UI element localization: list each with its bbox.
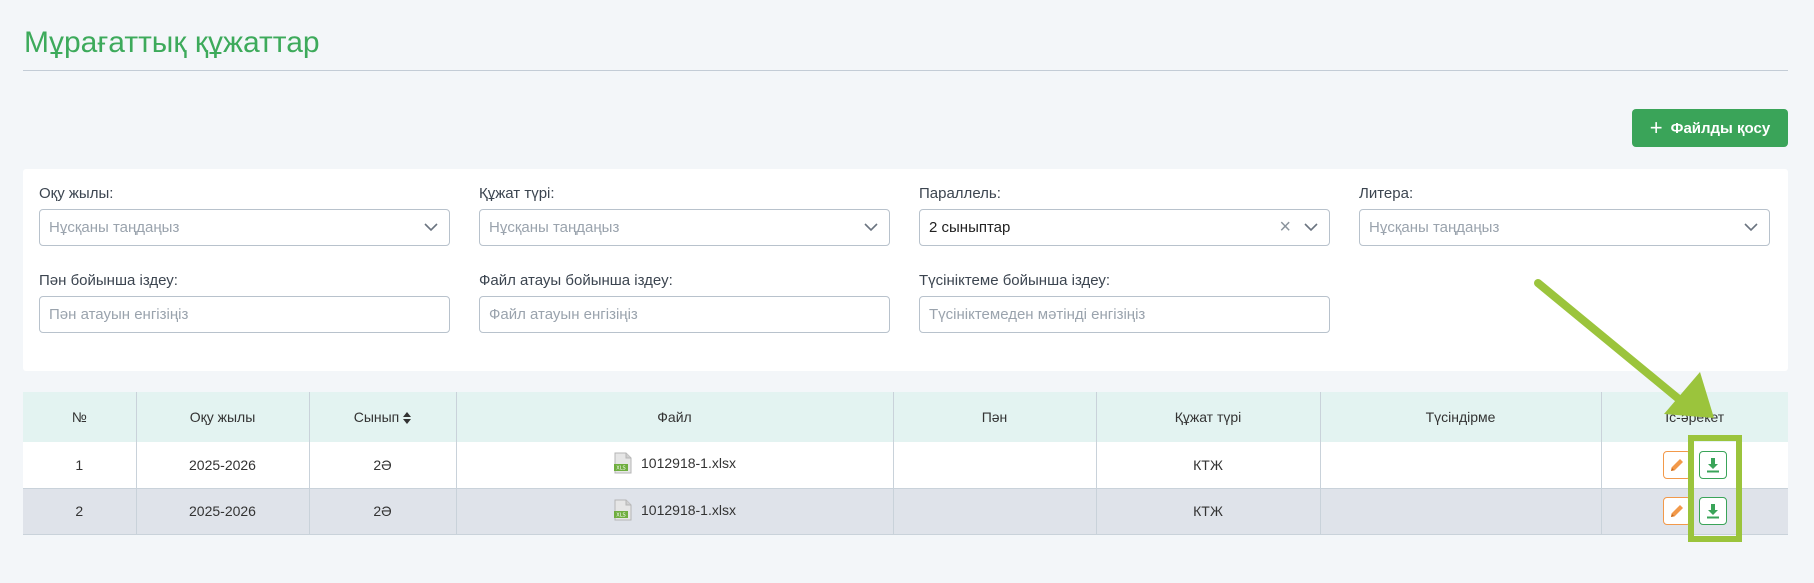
file-link[interactable]: XLS 1012918-1.xlsx — [613, 452, 736, 474]
comment-search-label: Түсініктеме бойынша іздеу: — [919, 272, 1111, 289]
cell-comment — [1320, 442, 1602, 488]
file-name: 1012918-1.xlsx — [641, 455, 736, 472]
cell-doc-type: КТЖ — [1096, 488, 1321, 534]
cell-doc-type: КТЖ — [1096, 442, 1321, 488]
column-header-class-label: Сынып — [353, 409, 400, 425]
download-icon — [1706, 457, 1719, 473]
archive-table: № Оқу жылы Сынып Файл Пән Құжат түрі Түс… — [23, 392, 1788, 535]
cell-file: XLS 1012918-1.xlsx — [456, 488, 894, 534]
chevron-down-icon — [1304, 223, 1318, 232]
column-header-actions: Іс-әрекет — [1665, 409, 1725, 425]
download-icon — [1706, 504, 1719, 519]
litera-filter-label: Литера: — [1359, 185, 1414, 202]
title-divider — [23, 70, 1788, 71]
subject-search: Пән бойынша іздеу: Пән атауын енгізіңіз — [39, 272, 450, 333]
parallel-select[interactable]: 2 сыныптар × — [919, 209, 1330, 246]
clear-icon[interactable]: × — [1279, 217, 1291, 237]
comment-search: Түсініктеме бойынша іздеу: Түсініктемеде… — [919, 272, 1330, 333]
add-file-label: Файлды қосу — [1670, 119, 1771, 137]
chevron-down-icon — [424, 223, 438, 232]
sort-icon — [403, 412, 412, 425]
comment-search-input[interactable]: Түсініктемеден мәтінді енгізіңіз — [919, 296, 1330, 333]
litera-select-placeholder: Нұсқаны таңдаңыз — [1369, 219, 1500, 236]
cell-number: 2 — [23, 488, 137, 534]
edit-button[interactable] — [1662, 497, 1691, 525]
download-button[interactable] — [1698, 497, 1727, 525]
page-title: Мұрағаттық құжаттар — [24, 26, 320, 59]
table-row: 2 2025-2026 2Ә XLS 1012918-1.xlsx КТЖ — [23, 488, 1788, 534]
cell-actions — [1601, 442, 1788, 488]
svg-text:XLS: XLS — [616, 466, 625, 472]
pencil-icon — [1670, 458, 1683, 471]
filter-panel: Оқу жылы: Нұсқаны таңдаңыз Құжат түрі: Н… — [23, 169, 1788, 371]
subject-search-label: Пән бойынша іздеу: — [39, 272, 178, 289]
year-filter-label: Оқу жылы: — [39, 185, 114, 202]
file-search-label: Файл атауы бойынша іздеу: — [479, 272, 673, 289]
doc-type-filter: Құжат түрі: Нұсқаны таңдаңыз — [479, 185, 890, 246]
plus-icon: + — [1649, 115, 1663, 140]
file-link[interactable]: XLS 1012918-1.xlsx — [613, 499, 736, 521]
doc-type-filter-label: Құжат түрі: — [479, 185, 555, 202]
pencil-icon — [1670, 505, 1683, 517]
add-file-button[interactable]: + Файлды қосу — [1632, 109, 1788, 147]
parallel-filter: Параллель: 2 сыныптар × — [919, 185, 1330, 246]
parallel-filter-label: Параллель: — [919, 185, 1001, 202]
svg-text:XLS: XLS — [616, 512, 625, 518]
cell-subject — [893, 488, 1097, 534]
comment-search-placeholder: Түсініктемеден мәтінді енгізіңіз — [929, 306, 1146, 323]
cell-actions — [1601, 488, 1788, 534]
file-search: Файл атауы бойынша іздеу: Файл атауын ен… — [479, 272, 890, 333]
column-header-year: Оқу жылы — [136, 392, 310, 442]
table-header-row: № Оқу жылы Сынып Файл Пән Құжат түрі Түс… — [23, 392, 1788, 442]
column-header-subject: Пән — [893, 392, 1097, 442]
chevron-down-icon — [1744, 223, 1758, 232]
column-header-doc-type: Құжат түрі — [1096, 392, 1321, 442]
column-header-class[interactable]: Сынып — [309, 392, 457, 442]
year-select-placeholder: Нұсқаны таңдаңыз — [49, 219, 180, 236]
cell-number: 1 — [23, 442, 137, 488]
doc-type-select-placeholder: Нұсқаны таңдаңыз — [489, 219, 620, 236]
chevron-down-icon — [864, 223, 878, 232]
subject-search-input[interactable]: Пән атауын енгізіңіз — [39, 296, 450, 333]
cell-file: XLS 1012918-1.xlsx — [456, 442, 894, 488]
column-header-number: № — [23, 392, 137, 442]
doc-type-select[interactable]: Нұсқаны таңдаңыз — [479, 209, 890, 246]
download-button[interactable] — [1698, 450, 1727, 479]
cell-class: 2Ә — [309, 442, 457, 488]
column-header-file: Файл — [456, 392, 894, 442]
cell-class: 2Ә — [309, 488, 457, 534]
cell-year: 2025-2026 — [136, 442, 310, 488]
cell-year: 2025-2026 — [136, 488, 310, 534]
xls-file-icon: XLS — [614, 499, 632, 520]
file-search-placeholder: Файл атауын енгізіңіз — [489, 306, 638, 323]
xls-file-icon: XLS — [614, 452, 632, 474]
subject-search-placeholder: Пән атауын енгізіңіз — [49, 306, 189, 323]
column-header-comment: Түсіндірме — [1320, 392, 1602, 442]
cell-subject — [893, 442, 1097, 488]
year-select[interactable]: Нұсқаны таңдаңыз — [39, 209, 450, 246]
litera-filter: Литера: Нұсқаны таңдаңыз — [1359, 185, 1770, 246]
litera-select[interactable]: Нұсқаны таңдаңыз — [1359, 209, 1770, 246]
file-name: 1012918-1.xlsx — [641, 501, 736, 518]
edit-button[interactable] — [1662, 450, 1691, 479]
year-filter: Оқу жылы: Нұсқаны таңдаңыз — [39, 185, 450, 246]
file-search-input[interactable]: Файл атауын енгізіңіз — [479, 296, 890, 333]
cell-comment — [1320, 488, 1602, 534]
parallel-select-value: 2 сыныптар — [929, 219, 1011, 236]
table-row: 1 2025-2026 2Ә XLS 1012918-1.xlsx КТЖ — [23, 442, 1788, 488]
